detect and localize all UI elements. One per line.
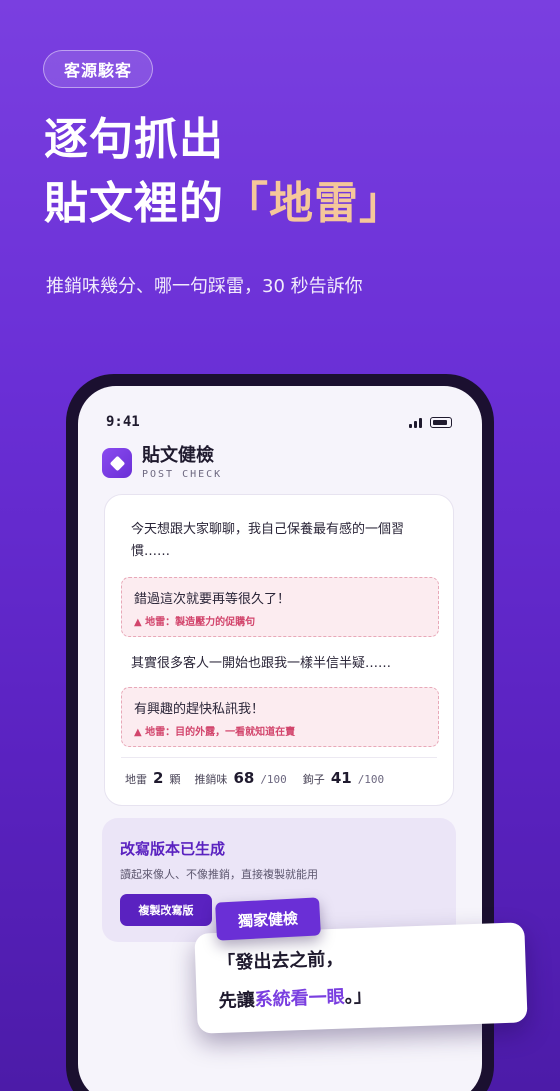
sales-max: /100	[260, 773, 287, 786]
signal-icon	[409, 416, 422, 428]
sales-value: 68	[233, 769, 255, 787]
post-paragraph-2: 其實很多客人一開始也跟我一樣半信半疑……	[131, 656, 392, 671]
app-logo-icon	[102, 448, 132, 478]
quote-line-2: 先讓系統看一眼。」	[218, 982, 372, 1013]
warning-text-1: 錯過這次就要再等很久了！	[134, 592, 291, 607]
quote-line-1: 「發出去之前，	[217, 948, 344, 974]
app-title: 貼文健檢	[142, 445, 214, 466]
warning-box-1[interactable]: 錯過這次就要再等很久了！ ▲ 地雷：製造壓力的促購句	[121, 577, 439, 637]
quote-prefix: 先讓	[218, 989, 256, 1012]
stats-row: 地雷 2 顆 推銷味 68/100 鉤子 41/100	[125, 769, 394, 787]
quote-suffix: 。」	[344, 985, 373, 1008]
subhead: 推銷味幾分、哪一句踩雷，30 秒告訴你	[46, 276, 363, 297]
hook-max: /100	[357, 773, 385, 786]
post-paragraph-1: 今天想跟大家聊聊，我自己保養最有感的一個習慣……	[131, 522, 405, 559]
exclusive-badge: 獨家健檢	[215, 897, 321, 941]
headline: 逐句抓出 貼文裡的「地雷」	[44, 108, 404, 236]
app-header: 貼文健檢 POST CHECK	[102, 446, 222, 480]
headline-highlight: 「地雷」	[224, 178, 404, 229]
headline-prefix: 貼文裡的	[44, 178, 224, 229]
hook-label: 鉤子	[302, 773, 325, 786]
hook-value: 41	[330, 769, 352, 787]
warning-box-2[interactable]: 有興趣的趕快私訊我！ ▲ 地雷：目的外露，一看就知道在賣	[121, 687, 439, 747]
mines-value: 2	[153, 769, 164, 787]
app-subtitle: POST CHECK	[142, 469, 223, 480]
status-icons	[409, 416, 452, 428]
rewrite-subtitle: 讀起來像人、不像推銷，直接複製就能用	[120, 868, 318, 881]
status-time: 9:41	[106, 414, 140, 430]
mines-label: 地雷	[125, 773, 147, 786]
headline-line1: 逐句抓出	[44, 114, 224, 165]
rewrite-title: 改寫版本已生成	[120, 840, 226, 858]
post-card: 今天想跟大家聊聊，我自己保養最有感的一個習慣…… 錯過這次就要再等很久了！ ▲ …	[104, 494, 454, 806]
headline-line2: 貼文裡的「地雷」	[44, 172, 404, 236]
quote-accent: 系統看一眼	[254, 986, 346, 1011]
warning-text-2: 有興趣的趕快私訊我！	[134, 702, 265, 717]
warning-mark-2: ▲ 地雷：目的外露，一看就知道在賣	[134, 727, 296, 738]
warning-mark-1: ▲ 地雷：製造壓力的促購句	[134, 617, 256, 628]
sales-label: 推銷味	[194, 773, 228, 786]
battery-icon	[430, 417, 452, 428]
mines-unit: 顆	[169, 773, 181, 786]
copy-rewrite-button[interactable]: 複製改寫版	[120, 894, 212, 926]
card-divider	[121, 757, 437, 758]
brand-tag: 客源駭客	[43, 50, 153, 88]
